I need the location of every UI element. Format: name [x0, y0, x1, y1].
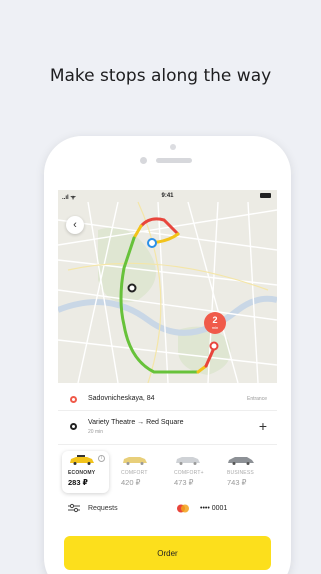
stop-dot-icon	[70, 423, 77, 430]
taxi-car-icon	[70, 455, 94, 465]
status-time: 9:41	[161, 193, 174, 199]
eta-unit: min	[211, 325, 219, 330]
phone-speaker	[156, 158, 192, 163]
status-bar: ..ıl ᯤ 9:41	[58, 190, 277, 202]
tariff-business[interactable]: BUSINESS 743 ₽	[221, 451, 273, 493]
requests-payment-row: Requests •••• 0001	[58, 501, 277, 519]
entrance-button[interactable]: Entrance	[247, 396, 267, 402]
tariff-price: 283 ₽	[68, 478, 88, 487]
order-panel: Sadovnicheskaya, 84 Entrance Variety The…	[58, 383, 277, 574]
tariff-economy[interactable]: i ECONOMY 283 ₽	[62, 451, 109, 493]
back-button[interactable]: ‹	[66, 216, 84, 234]
app-screen: ‹ 2 min ..ıl ᯤ 9:41 Sadovnicheskaya, 84 …	[58, 190, 277, 574]
tariff-price: 420 ₽	[121, 478, 141, 487]
map-canvas	[58, 201, 277, 383]
eta-value: 2	[212, 315, 218, 325]
stop-point-marker	[127, 283, 137, 293]
tariff-comfort-plus[interactable]: COMFORT+ 473 ₽	[168, 451, 215, 493]
tariff-info-icon[interactable]: i	[98, 455, 105, 462]
eta-badge: 2 min	[204, 312, 226, 334]
mastercard-icon	[177, 504, 189, 513]
add-stop-icon[interactable]: +	[259, 418, 267, 434]
phone-sensor	[170, 144, 176, 150]
chevron-left-icon: ‹	[73, 219, 77, 231]
start-point-marker	[147, 238, 157, 248]
sliders-icon[interactable]	[68, 503, 80, 513]
tariff-name: BUSINESS	[227, 470, 254, 476]
destination-row[interactable]: Variety Theatre → Red Square 20 min +	[58, 413, 277, 445]
comfort-car-icon	[123, 457, 147, 465]
phone-camera	[140, 157, 147, 164]
pickup-row[interactable]: Sadovnicheskaya, 84 Entrance	[58, 387, 277, 411]
order-button[interactable]: Order	[64, 536, 271, 570]
requests-button[interactable]: Requests	[88, 505, 118, 512]
tariff-selector: i ECONOMY 283 ₽ COMFORT 420 ₽ COMFORT+ 4…	[58, 451, 277, 495]
tariff-price: 473 ₽	[174, 478, 194, 487]
tariff-name: COMFORT	[121, 470, 148, 476]
business-car-icon	[228, 457, 254, 465]
tariff-price: 743 ₽	[227, 478, 247, 487]
map-view[interactable]: ‹ 2 min	[58, 190, 277, 383]
battery-icon	[260, 193, 271, 198]
pickup-dot-icon	[70, 396, 77, 403]
comfort-plus-car-icon	[176, 457, 200, 465]
tariff-name: COMFORT+	[174, 470, 204, 476]
payment-card-number[interactable]: •••• 0001	[200, 505, 227, 512]
destination-eta: 20 min	[88, 429, 104, 435]
page-headline: Make stops along the way	[49, 66, 272, 86]
tariff-comfort[interactable]: COMFORT 420 ₽	[115, 451, 162, 493]
tariff-name: ECONOMY	[68, 470, 96, 476]
pickup-address: Sadovnicheskaya, 84	[88, 395, 155, 402]
destination-label: Variety Theatre → Red Square	[88, 419, 184, 426]
destination-marker	[209, 341, 219, 351]
